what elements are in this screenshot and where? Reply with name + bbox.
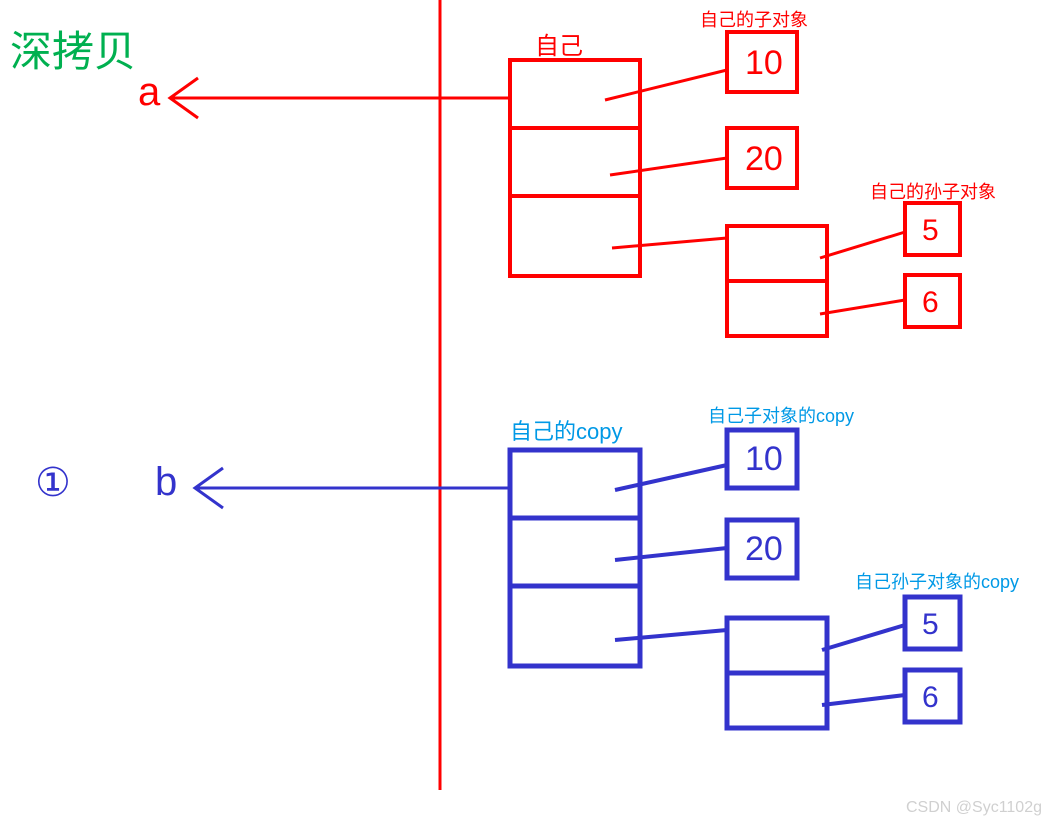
b-link-child-0 [615, 465, 727, 490]
a-link-child-1 [610, 158, 727, 175]
b-child-1-text: 20 [745, 530, 783, 568]
b-self-cell-0 [510, 450, 640, 518]
a-link-grand-0 [820, 232, 905, 258]
b-grand-0-text: 5 [922, 608, 939, 641]
a-link-grand-1 [820, 300, 905, 314]
step-marker: ① [35, 460, 71, 506]
var-a-label: a [138, 70, 160, 115]
b-self-cell-2 [510, 586, 640, 666]
a-link-child-0 [605, 70, 727, 100]
b-grand-1-text: 6 [922, 681, 939, 714]
b-self-cell-1 [510, 518, 640, 586]
watermark: CSDN @Syc1102g [906, 799, 1042, 817]
b-self-header: 自己的copy [510, 414, 622, 446]
var-b-label: b [155, 460, 177, 505]
a-link-nested [612, 238, 727, 248]
a-child-header: 自己的子对象 [700, 6, 808, 32]
b-child-0-text: 10 [745, 440, 783, 478]
b-link-nested [615, 630, 727, 640]
a-grand-header: 自己的孙子对象 [870, 178, 996, 204]
a-self-cell-2 [510, 196, 640, 276]
a-self-cell-0 [510, 60, 640, 128]
a-grand-1-text: 6 [922, 286, 939, 319]
b-nested-cell-1 [727, 673, 827, 728]
b-nested-cell-0 [727, 618, 827, 673]
a-nested-cell-0 [727, 226, 827, 281]
b-grand-header: 自己孙子对象的copy [855, 568, 1019, 594]
a-grand-0-text: 5 [922, 214, 939, 247]
b-child-header: 自己子对象的copy [708, 402, 854, 428]
b-link-grand-1 [822, 695, 905, 705]
b-link-grand-0 [822, 625, 905, 650]
a-child-0-text: 10 [745, 44, 783, 82]
b-link-child-1 [615, 548, 727, 560]
a-self-cell-1 [510, 128, 640, 196]
diagram-title: 深拷贝 [10, 18, 136, 79]
a-child-1-text: 20 [745, 140, 783, 178]
a-self-header: 自己 [535, 26, 583, 61]
a-nested-cell-1 [727, 281, 827, 336]
